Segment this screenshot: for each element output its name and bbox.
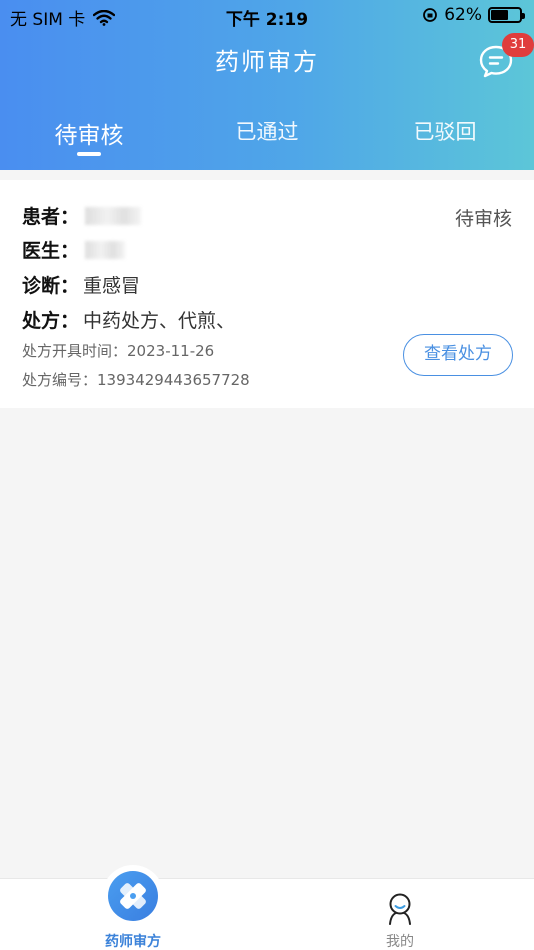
diagnosis-row: 诊断： 重感冒: [22, 271, 140, 298]
tab-approved[interactable]: 已通过: [207, 116, 327, 146]
tabbar-item-profile[interactable]: 我的: [340, 879, 460, 950]
orientation-lock-icon: [423, 8, 438, 22]
prescription-value: 中药处方、代煎、: [83, 310, 236, 332]
patient-label: 患者：: [22, 206, 80, 228]
issue-time-label: 处方开具时间：: [22, 342, 128, 360]
issue-time-value: 2023-11-26: [127, 342, 215, 360]
battery-icon: [488, 7, 525, 23]
pharmacist-icon: [108, 871, 158, 921]
prescription-number: 处方编号：1393429443657728: [22, 369, 250, 390]
prescription-number-label: 处方编号：: [22, 371, 98, 389]
doctor-row: 医生：: [22, 236, 126, 263]
doctor-label: 医生：: [22, 240, 80, 262]
status-badge: 待审核: [454, 208, 512, 230]
prescription-row: 处方： 中药处方、代煎、: [22, 306, 235, 333]
patient-name-redacted: [85, 206, 142, 225]
tab-indicator: [77, 152, 101, 156]
diagnosis-value: 重感冒: [83, 275, 141, 297]
prescription-card[interactable]: 患者： 待审核 医生： 诊断： 重感冒 处方： 中药处方、代煎、 处方开具时间：…: [0, 180, 534, 408]
issue-time: 处方开具时间：2023-11-26: [22, 340, 214, 361]
prescription-label: 处方：: [22, 310, 80, 332]
battery-percent: 62%: [444, 5, 482, 25]
tabbar-label-pharmacist: 药师审方: [105, 934, 161, 950]
tab-rejected[interactable]: 已驳回: [385, 116, 505, 146]
status-bar: 无 SIM 卡 下午 2:19 62%: [0, 0, 534, 32]
tabbar-item-pharmacist[interactable]: 药师审方: [73, 871, 193, 950]
header: 无 SIM 卡 下午 2:19 62% 药师审方 31 待审核 已通过 已驳回: [0, 0, 534, 170]
doctor-name-redacted: [85, 240, 126, 259]
bottom-tab-bar: 药师审方 我的: [0, 871, 534, 950]
tabbar-label-profile: 我的: [386, 934, 414, 950]
message-badge: 31: [502, 33, 534, 57]
prescription-number-value: 1393429443657728: [97, 371, 250, 389]
profile-icon: [389, 893, 411, 925]
tab-pending[interactable]: 待审核: [29, 116, 149, 150]
page-title: 药师审方: [215, 48, 319, 76]
view-prescription-button[interactable]: 查看处方: [403, 334, 513, 376]
patient-row: 患者：: [22, 202, 142, 229]
diagnosis-label: 诊断：: [22, 275, 80, 297]
